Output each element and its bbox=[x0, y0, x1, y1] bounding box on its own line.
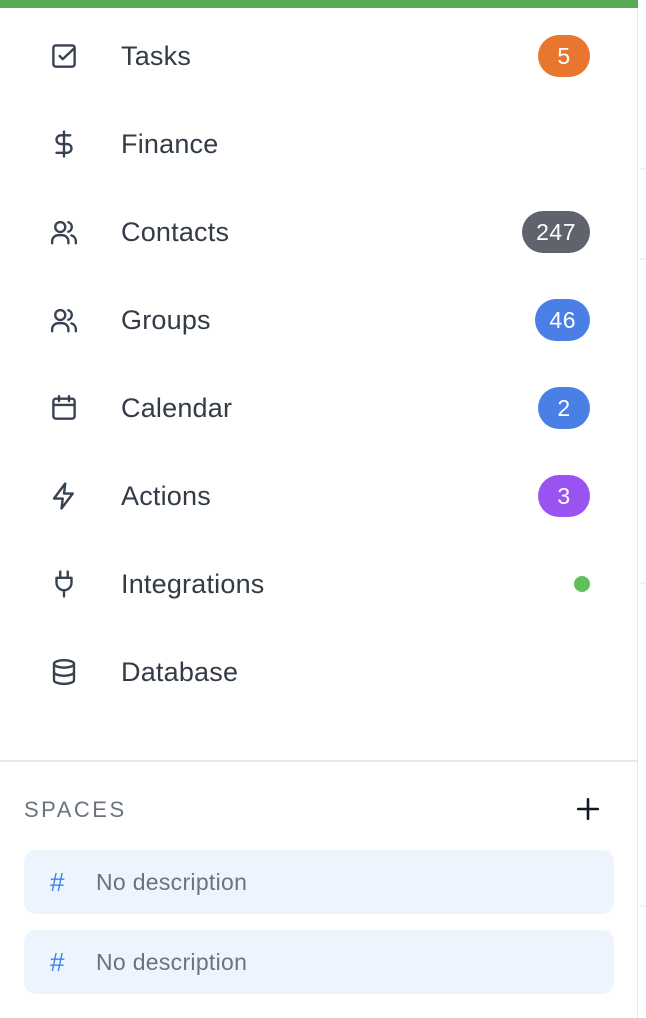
nav-item-integrations[interactable]: Integrations bbox=[0, 540, 638, 628]
space-item[interactable]: # No description bbox=[24, 930, 614, 994]
space-label: No description bbox=[96, 868, 248, 895]
nav-item-database[interactable]: Database bbox=[0, 628, 638, 716]
plug-icon bbox=[48, 568, 80, 600]
nav-item-finance[interactable]: Finance bbox=[0, 100, 638, 188]
database-icon bbox=[48, 656, 80, 688]
nav-item-actions[interactable]: Actions 3 bbox=[0, 452, 638, 540]
add-space-button[interactable] bbox=[572, 793, 604, 825]
actions-count-badge: 3 bbox=[538, 475, 590, 517]
nav-item-contacts[interactable]: Contacts 247 bbox=[0, 188, 638, 276]
top-accent-bar bbox=[0, 0, 638, 8]
sidebar: Tasks 5 Finance Contacts 247 Groups 46 C… bbox=[0, 0, 638, 1018]
nav-label-tasks: Tasks bbox=[121, 40, 192, 71]
section-divider bbox=[0, 760, 638, 762]
calendar-icon bbox=[48, 392, 80, 424]
nav-item-tasks[interactable]: Tasks 5 bbox=[0, 12, 638, 100]
integrations-status-dot bbox=[574, 576, 590, 592]
tasks-count-badge: 5 bbox=[538, 35, 590, 77]
contacts-count-badge: 247 bbox=[522, 211, 590, 253]
users-icon bbox=[48, 216, 80, 248]
space-item[interactable]: # No description bbox=[24, 850, 614, 914]
content-row-divider bbox=[639, 905, 646, 907]
nav-label-actions: Actions bbox=[121, 480, 211, 511]
nav-label-integrations: Integrations bbox=[121, 568, 265, 599]
dollar-icon bbox=[48, 128, 80, 160]
nav-label-database: Database bbox=[121, 656, 239, 687]
spaces-header: SPACES bbox=[24, 795, 614, 827]
users-icon bbox=[48, 304, 80, 336]
space-label: No description bbox=[96, 948, 248, 975]
nav-label-calendar: Calendar bbox=[121, 392, 233, 423]
hash-icon: # bbox=[50, 866, 65, 897]
content-row-divider bbox=[639, 168, 646, 170]
content-row-divider bbox=[639, 582, 646, 584]
nav-label-finance: Finance bbox=[121, 128, 219, 159]
hash-icon: # bbox=[50, 946, 65, 977]
nav-item-groups[interactable]: Groups 46 bbox=[0, 276, 638, 364]
plus-icon bbox=[576, 797, 600, 821]
content-row-divider bbox=[639, 258, 646, 260]
nav-label-groups: Groups bbox=[121, 304, 211, 335]
nav-label-contacts: Contacts bbox=[121, 216, 230, 247]
zap-icon bbox=[48, 480, 80, 512]
check-square-icon bbox=[48, 40, 80, 72]
nav-list: Tasks 5 Finance Contacts 247 Groups 46 C… bbox=[0, 12, 638, 716]
groups-count-badge: 46 bbox=[535, 299, 590, 341]
calendar-count-badge: 2 bbox=[538, 387, 590, 429]
main-content-edge bbox=[639, 0, 646, 1018]
nav-item-calendar[interactable]: Calendar 2 bbox=[0, 364, 638, 452]
spaces-title: SPACES bbox=[24, 797, 127, 822]
